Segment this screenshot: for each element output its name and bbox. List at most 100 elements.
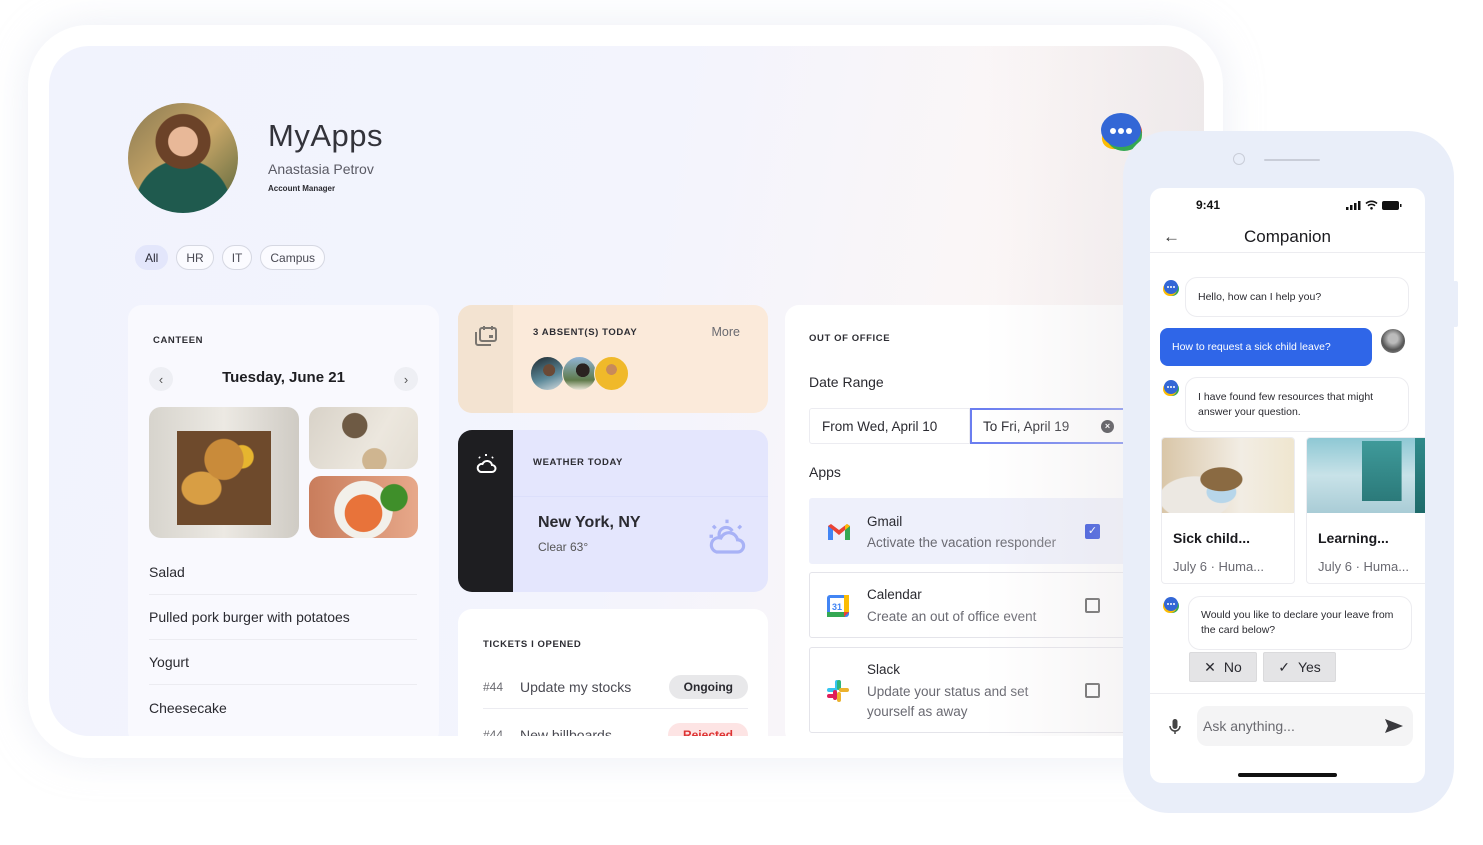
weather-divider [513, 496, 768, 497]
resource-card[interactable]: Learning... July 6 · Huma... [1306, 437, 1425, 584]
menu-item[interactable]: Salad [149, 550, 417, 595]
absent-avatar[interactable] [562, 356, 597, 391]
tickets-label: TICKETS I OPENED [483, 639, 582, 650]
menu-item[interactable]: Cheesecake [149, 685, 417, 730]
microphone-icon[interactable] [1169, 719, 1181, 735]
category-filters: All HR IT Campus [135, 245, 326, 270]
more-link[interactable]: More [712, 325, 740, 339]
resource-image [1162, 438, 1294, 513]
ticket-number: #44 [483, 679, 504, 694]
home-indicator [1238, 773, 1337, 777]
gmail-checkbox[interactable]: ✓ [1085, 524, 1100, 539]
menu-list: Salad Pulled pork burger with potatoes Y… [149, 550, 417, 730]
filter-hr[interactable]: HR [176, 245, 214, 270]
partly-cloudy-icon [709, 519, 746, 554]
reply-yes-label: Yes [1297, 659, 1321, 675]
resource-card[interactable]: Sick child... July 6 · Huma... [1161, 437, 1295, 584]
app-row-gmail[interactable]: Gmail Activate the vacation responder ✓ [809, 498, 1149, 564]
signal-icon [1346, 201, 1361, 210]
bot-message: Hello, how can I help you? [1185, 277, 1409, 317]
resource-meta: July 6 · Huma... [1318, 559, 1410, 574]
companion-screen: 9:41 ← Companion Hello, how can I help y… [1150, 188, 1425, 783]
send-icon[interactable] [1385, 719, 1403, 733]
ticket-row[interactable]: #44 New billboards Rejected [483, 713, 748, 736]
weather-label: WEATHER TODAY [533, 457, 623, 468]
ticket-number: #44 [483, 728, 504, 736]
app-name: Slack [867, 662, 901, 677]
status-icons [1346, 200, 1402, 210]
canteen-date: Tuesday, June 21 [222, 369, 345, 386]
menu-item[interactable]: Yogurt [149, 640, 417, 685]
phone-speaker [1264, 159, 1320, 161]
chevron-left-icon: ‹ [158, 371, 164, 387]
app-row-calendar[interactable]: 31 Calendar Create an out of office even… [809, 572, 1149, 638]
slack-checkbox[interactable] [1085, 683, 1100, 698]
bot-avatar-icon [1163, 380, 1179, 396]
ticket-title: Update my stocks [520, 678, 632, 695]
stage: MyApps Anastasia Petrov Account Manager … [0, 0, 1483, 845]
app-desc: Update your status and set yourself as a… [867, 684, 1029, 719]
partly-cloudy-icon [476, 454, 496, 473]
header-divider [1150, 252, 1425, 253]
app-desc: Create an out of office event [867, 609, 1037, 624]
date-to-field[interactable]: To Fri, April 19 × [970, 408, 1128, 444]
ticket-row[interactable]: #44 Update my stocks Ongoing [483, 665, 748, 709]
chevron-right-icon: › [403, 371, 409, 387]
weather-side [458, 430, 513, 592]
companion-title: Companion [1244, 227, 1331, 246]
user-avatar[interactable] [128, 103, 238, 213]
calendar-checkbox[interactable] [1085, 598, 1100, 613]
filter-all[interactable]: All [135, 245, 169, 270]
canteen-label: CANTEEN [153, 335, 204, 346]
absent-avatars [530, 356, 629, 391]
resource-image [1307, 438, 1425, 513]
dessert-photo [309, 407, 418, 469]
canteen-card: CANTEEN Tuesday, June 21 ‹ › Salad Pulle… [128, 305, 439, 736]
next-day-button[interactable]: › [394, 367, 418, 391]
google-calendar-icon: 31 [827, 595, 849, 617]
close-icon: ✕ [1204, 658, 1216, 675]
phone-mockup: 9:41 ← Companion Hello, how can I help y… [1123, 131, 1458, 813]
absent-avatar[interactable] [594, 356, 629, 391]
prev-day-button[interactable]: ‹ [149, 367, 173, 391]
reply-no-button[interactable]: ✕ No [1189, 652, 1257, 682]
absent-card: 3 ABSENT(S) TODAY More [458, 305, 768, 413]
bot-message: Would you like to declare your leave fro… [1188, 596, 1412, 650]
app-name: Gmail [867, 514, 903, 529]
reply-yes-button[interactable]: ✓ Yes [1263, 652, 1336, 682]
menu-item[interactable]: Pulled pork burger with potatoes [149, 595, 417, 640]
ask-input[interactable]: Ask anything... [1197, 706, 1413, 746]
slack-icon [827, 680, 849, 702]
check-icon: ✓ [1278, 658, 1290, 675]
apps-label: Apps [809, 464, 841, 480]
status-badge: Rejected [667, 723, 748, 736]
date-from-field[interactable]: From Wed, April 10 [809, 408, 970, 444]
calendar-stack-icon [474, 326, 497, 346]
phone-side-button [1453, 281, 1458, 327]
resource-title: Learning... [1318, 530, 1389, 546]
reply-no-label: No [1223, 659, 1242, 675]
clear-icon[interactable]: × [1101, 420, 1114, 433]
absent-label: 3 ABSENT(S) TODAY [533, 327, 638, 338]
wifi-icon [1365, 200, 1378, 210]
app-name: Calendar [867, 587, 922, 602]
weather-condition: Clear 63° [538, 540, 589, 554]
user-message: How to request a sick child leave? [1160, 328, 1372, 366]
app-row-slack[interactable]: Slack Update your status and set yoursel… [809, 647, 1149, 733]
weather-city: New York, NY [538, 514, 641, 531]
date-to-value: To Fri, April 19 [983, 418, 1070, 434]
date-from-value: From Wed, April 10 [822, 418, 938, 434]
tickets-card: TICKETS I OPENED #44 Update my stocks On… [458, 609, 768, 736]
filter-campus[interactable]: Campus [260, 245, 326, 270]
absent-side [458, 305, 513, 413]
bot-message: I have found few resources that might an… [1185, 377, 1409, 432]
gmail-icon [828, 524, 850, 540]
absent-avatar[interactable] [530, 356, 565, 391]
input-divider [1150, 693, 1425, 694]
phone-camera [1233, 153, 1245, 165]
filter-it[interactable]: IT [221, 245, 253, 270]
bot-avatar-icon [1163, 597, 1179, 613]
user-name: Anastasia Petrov [268, 161, 374, 177]
user-avatar-small [1381, 329, 1405, 353]
ooo-label: OUT OF OFFICE [809, 333, 891, 344]
